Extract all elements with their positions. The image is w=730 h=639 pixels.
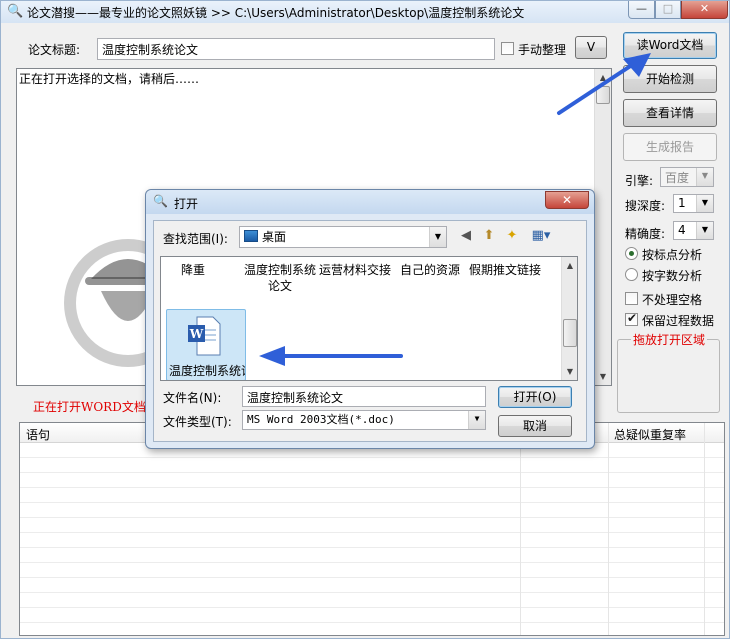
start-check-button[interactable]: 开始检测: [623, 65, 717, 93]
maximize-button[interactable]: □: [655, 1, 681, 19]
column-divider: [520, 423, 521, 635]
desktop-icon: [244, 230, 258, 242]
precision-value: 4: [678, 223, 686, 237]
view-details-button[interactable]: 查看详情: [623, 99, 717, 127]
column-sentence[interactable]: 语句: [26, 426, 50, 443]
dialog-close-button[interactable]: ✕: [545, 191, 589, 209]
magnifier-icon: 🔍: [153, 194, 168, 208]
manual-checkbox[interactable]: [501, 42, 514, 55]
look-in-label: 查找范围(I):: [163, 232, 228, 246]
by-punct-radio[interactable]: [625, 247, 638, 260]
column-divider: [704, 423, 705, 635]
keep-process-label: 保留过程数据: [642, 314, 715, 328]
no-space-checkbox[interactable]: [625, 292, 638, 305]
folder-item[interactable]: 降重: [165, 262, 221, 278]
scroll-down-icon[interactable]: ▼: [562, 363, 577, 380]
generate-report-button[interactable]: 生成报告: [623, 133, 717, 161]
dialog-title-bar: 🔍 打开 ✕: [146, 190, 594, 214]
folder-item[interactable]: 假期推文链接: [469, 262, 541, 278]
filetype-value: MS Word 2003文档(*.doc): [247, 413, 395, 426]
results-table[interactable]: 语句 总疑似重复率: [19, 422, 725, 636]
file-item-selected[interactable]: W 温度控制系统论文: [166, 309, 246, 380]
svg-text:W: W: [189, 327, 204, 341]
filetype-select[interactable]: MS Word 2003文档(*.doc) ▼: [242, 410, 486, 430]
chevron-down-icon: ▼: [468, 411, 485, 429]
filetype-label: 文件类型(T):: [163, 415, 232, 429]
chevron-down-icon: ▼: [429, 227, 446, 247]
main-window: 🔍 论文潜搜——最专业的论文照妖镜 >> C:\Users\Administra…: [0, 0, 730, 639]
folder-item[interactable]: 温度控制系统论文: [244, 262, 316, 294]
depth-value: 1: [678, 196, 686, 210]
scroll-thumb[interactable]: [596, 86, 610, 104]
scroll-thumb[interactable]: [563, 319, 577, 347]
chevron-down-icon: ▼: [696, 195, 713, 212]
word-document-icon: W: [188, 316, 221, 356]
engine-label: 引擎:: [625, 174, 654, 188]
dialog-title: 打开: [174, 197, 199, 211]
up-folder-icon[interactable]: ⬆: [480, 227, 498, 245]
precision-label: 精确度:: [625, 227, 666, 241]
file-item-name: 温度控制系统论文: [169, 364, 245, 378]
close-button[interactable]: ✕: [681, 1, 728, 19]
chevron-down-icon: ▼: [696, 168, 713, 186]
file-list-scrollbar[interactable]: ▲ ▼: [561, 257, 577, 380]
magnifier-icon: 🔍: [7, 4, 24, 19]
depth-select[interactable]: 1 ▼: [673, 194, 714, 213]
status-text: 正在打开选择的文档，请稍后……: [19, 72, 200, 86]
precision-select[interactable]: 4 ▼: [673, 221, 714, 240]
engine-value: 百度: [665, 171, 690, 185]
scroll-up-icon[interactable]: ▲: [595, 69, 611, 86]
by-chars-label: 按字数分析: [642, 269, 703, 283]
manual-label: 手动整理: [518, 43, 567, 57]
paper-title-label: 论文标题:: [28, 43, 81, 57]
engine-select[interactable]: 百度 ▼: [660, 167, 714, 187]
open-dialog: 🔍 打开 ✕ 查找范围(I): 桌面 ▼ ◀ ⬆ ✦ ▦▾ 降重 温度控制系统论…: [145, 189, 595, 449]
view-menu-icon[interactable]: ▦▾: [528, 227, 554, 245]
depth-label: 搜深度:: [625, 199, 666, 213]
open-button[interactable]: 打开(O): [498, 386, 572, 408]
keep-process-checkbox[interactable]: [625, 311, 638, 326]
look-in-select[interactable]: 桌面 ▼: [239, 226, 447, 248]
folder-item[interactable]: 运营材料交接: [319, 262, 391, 278]
column-similarity[interactable]: 总疑似重复率: [614, 426, 686, 443]
drop-zone[interactable]: [617, 339, 720, 413]
results-rows: [20, 443, 724, 635]
title-bar: 🔍 论文潜搜——最专业的论文照妖镜 >> C:\Users\Administra…: [1, 1, 729, 23]
paper-title-input[interactable]: 温度控制系统论文: [97, 38, 495, 60]
filename-label: 文件名(N):: [163, 391, 222, 405]
file-list[interactable]: 降重 温度控制系统论文 运营材料交接 自己的资源 假期推文链接 W 温度控制系统…: [160, 256, 578, 381]
drop-zone-title: 拖放打开区域: [631, 331, 708, 348]
dialog-body: 查找范围(I): 桌面 ▼ ◀ ⬆ ✦ ▦▾ 降重 温度控制系统论文 运营材料交…: [153, 220, 587, 442]
back-icon[interactable]: ◀: [457, 227, 475, 245]
v-button[interactable]: V: [575, 36, 607, 59]
chevron-down-icon: ▼: [696, 222, 713, 239]
scroll-up-icon[interactable]: ▲: [562, 257, 577, 274]
by-chars-radio[interactable]: [625, 268, 638, 281]
cancel-button[interactable]: 取消: [498, 415, 572, 437]
new-folder-icon[interactable]: ✦: [503, 227, 521, 245]
read-word-button[interactable]: 读Word文档: [623, 32, 717, 59]
status-red-text: 正在打开WORD文档!: [33, 400, 151, 414]
by-punct-label: 按标点分析: [642, 248, 703, 262]
column-divider: [608, 423, 609, 635]
folder-item[interactable]: 自己的资源: [394, 262, 466, 278]
scroll-down-icon[interactable]: ▼: [595, 368, 611, 385]
look-in-value: 桌面: [262, 230, 287, 244]
status-scrollbar[interactable]: ▲ ▼: [594, 69, 611, 385]
minimize-button[interactable]: —: [628, 1, 655, 19]
filename-input[interactable]: 温度控制系统论文: [242, 386, 486, 407]
window-title: 论文潜搜——最专业的论文照妖镜 >> C:\Users\Administrato…: [27, 6, 525, 20]
no-space-label: 不处理空格: [642, 293, 703, 307]
